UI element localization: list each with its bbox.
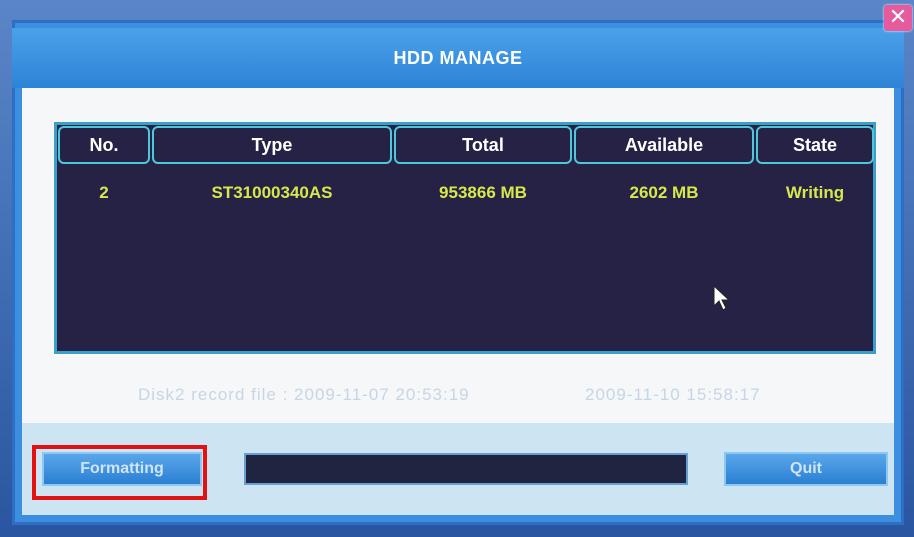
quit-button[interactable]: Quit (724, 452, 888, 486)
row-type: ST31000340AS (211, 183, 333, 202)
column-header-type[interactable]: Type (152, 126, 392, 164)
column-header-total[interactable]: Total (394, 126, 572, 164)
row-no: 2 (99, 183, 109, 202)
record-end-time: 2009-11-10 15:58:17 (585, 385, 761, 404)
column-header-no[interactable]: No. (58, 126, 150, 164)
dialog-titlebar: HDD MANAGE (12, 28, 904, 88)
column-header-state[interactable]: State (756, 126, 874, 164)
row-available: 2602 MB (629, 183, 699, 202)
record-file-label: Disk2 record file : 2009-11-07 20:53:19 (138, 385, 470, 404)
row-state: Writing (785, 183, 845, 202)
close-icon[interactable]: ✕ (884, 5, 912, 31)
dialog-title: HDD MANAGE (393, 48, 523, 68)
column-header-available[interactable]: Available (574, 126, 754, 164)
row-total: 953866 MB (439, 183, 527, 202)
highlight-box (32, 445, 207, 500)
format-progress-bar (244, 453, 688, 485)
mouse-pointer-icon (713, 284, 731, 311)
